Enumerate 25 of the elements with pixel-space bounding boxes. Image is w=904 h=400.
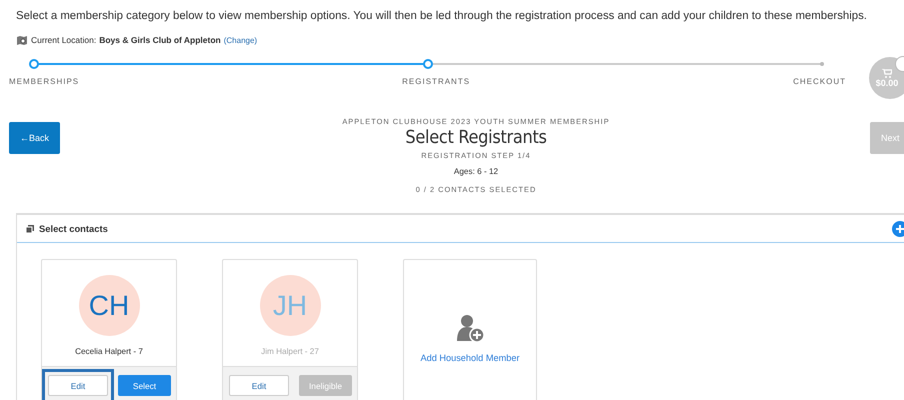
avatar: CH [78, 275, 140, 336]
add-member-card[interactable]: Add Household Member [403, 259, 537, 400]
change-link[interactable]: (Change) [224, 36, 258, 44]
back-button[interactable]: ←Back [9, 122, 60, 154]
select-button[interactable]: Select [118, 375, 171, 396]
edit-button[interactable]: Edit [48, 375, 108, 396]
map-icon [17, 36, 27, 44]
step-label: MEMBERSHIPS [9, 77, 80, 86]
intro-text: Select a membership category below to view membership options. You will then be led through the registration process and can add your children to these memberships. [15, 9, 868, 22]
location-label: Current Location: [31, 35, 96, 45]
contact-name: Cecelia Halpert - 7 [75, 347, 143, 356]
add-member-label: Add Household Member [420, 353, 520, 363]
cart-icon [882, 68, 892, 78]
location-name: Boys & Girls Club of Appleton [99, 35, 221, 45]
edit-button[interactable]: Edit [229, 375, 289, 396]
copy-icon [26, 224, 34, 232]
panel-title: Select contacts [39, 223, 108, 234]
page-title: Select Registrants [405, 127, 547, 148]
avatar: JH [260, 275, 320, 336]
add-person-icon [455, 313, 485, 343]
step-label: CHECKOUT [793, 77, 846, 86]
ages-text: Ages: 6 - 12 [454, 167, 498, 176]
add-icon[interactable] [892, 220, 904, 236]
contact-name: Jim Halpert - 27 [261, 347, 319, 356]
step-label: REGISTRANTS [402, 77, 470, 86]
